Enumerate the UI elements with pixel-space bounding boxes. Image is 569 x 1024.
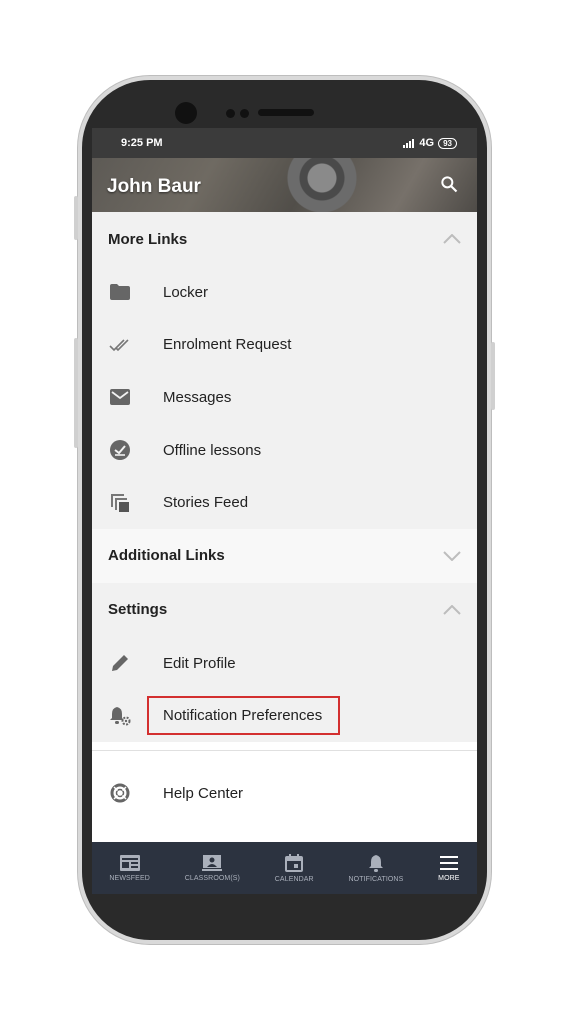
menu-item-offline-lessons[interactable]: Offline lessons	[92, 424, 477, 477]
nav-newsfeed[interactable]: NEWSFEED	[109, 854, 150, 882]
offline-check-icon	[108, 438, 132, 462]
menu-item-help-center[interactable]: Help Center	[92, 751, 477, 836]
side-button	[74, 196, 78, 240]
more-links-section: More Links Locker Enrolment Request Mess…	[92, 212, 477, 529]
more-links-header[interactable]: More Links	[92, 212, 477, 266]
menu-item-enrolment-request[interactable]: Enrolment Request	[92, 319, 477, 372]
menu-item-label: Help Center	[163, 784, 244, 802]
side-button	[74, 338, 78, 448]
status-indicators: 4G 93	[403, 137, 457, 149]
bell-icon	[368, 854, 383, 872]
settings-header[interactable]: Settings	[92, 583, 477, 637]
bell-gear-icon	[108, 704, 132, 728]
settings-section: Settings Edit Profile Notification Prefe…	[92, 582, 477, 743]
menu-item-label: Offline lessons	[163, 441, 262, 459]
chevron-up-icon	[443, 604, 461, 615]
chevron-up-icon	[443, 234, 461, 244]
lifebuoy-icon	[108, 781, 132, 805]
menu-item-messages[interactable]: Messages	[92, 371, 477, 424]
earpiece-speaker	[258, 109, 314, 116]
status-time: 9:25 PM	[121, 137, 163, 149]
menu-item-locker[interactable]: Locker	[92, 266, 477, 319]
signal-icon	[403, 138, 415, 148]
envelope-icon	[108, 385, 132, 409]
additional-links-header[interactable]: Additional Links	[92, 528, 477, 583]
nav-calendar[interactable]: CALENDAR	[274, 853, 314, 883]
nav-label: NOTIFICATIONS	[348, 875, 404, 883]
user-name: John Baur	[107, 176, 201, 197]
section-title: More Links	[108, 230, 188, 248]
section-title: Settings	[108, 601, 168, 619]
side-button	[491, 342, 495, 410]
section-title: Additional Links	[108, 547, 225, 565]
menu-item-label: Notification Preferences	[147, 696, 341, 736]
nav-more[interactable]: MORE	[438, 855, 459, 882]
bottom-navigation: NEWSFEED CLASSROOM(S) CALENDAR NOTIFICAT…	[92, 842, 477, 894]
sensor-dot	[240, 109, 249, 118]
search-icon[interactable]	[439, 174, 459, 199]
menu-icon	[439, 855, 458, 870]
menu-item-label: Enrolment Request	[163, 336, 292, 354]
battery-level: 93	[438, 137, 457, 149]
menu-item-label: Locker	[163, 283, 209, 301]
nav-label: CALENDAR	[274, 875, 314, 883]
classroom-icon	[202, 854, 223, 871]
menu-item-stories-feed[interactable]: Stories Feed	[92, 476, 477, 529]
pencil-icon	[108, 651, 132, 675]
nav-label: MORE	[438, 874, 460, 882]
chevron-down-icon	[443, 551, 461, 561]
menu-item-label: Stories Feed	[163, 494, 249, 512]
menu-item-edit-profile[interactable]: Edit Profile	[92, 637, 477, 690]
newspaper-icon	[119, 854, 140, 871]
nav-label: NEWSFEED	[109, 874, 150, 882]
double-check-icon	[108, 333, 132, 357]
app-screen: 9:25 PM 4G 93 John Baur More Links Locke…	[92, 128, 477, 894]
front-camera	[175, 102, 197, 124]
status-bar: 9:25 PM 4G 93	[92, 128, 477, 158]
network-type: 4G	[419, 137, 435, 149]
menu-item-notification-preferences[interactable]: Notification Preferences	[92, 690, 477, 743]
nav-label: CLASSROOM(S)	[184, 874, 240, 882]
menu-item-label: Edit Profile	[163, 654, 236, 672]
nav-classrooms[interactable]: CLASSROOM(S)	[184, 854, 240, 882]
profile-header: John Baur	[92, 158, 477, 212]
sensor-dot	[226, 109, 235, 118]
menu-item-label: Messages	[163, 388, 232, 406]
stacked-pages-icon	[108, 491, 132, 515]
nav-notifications[interactable]: NOTIFICATIONS	[349, 854, 404, 883]
calendar-icon	[285, 853, 304, 872]
folder-icon	[108, 280, 132, 304]
